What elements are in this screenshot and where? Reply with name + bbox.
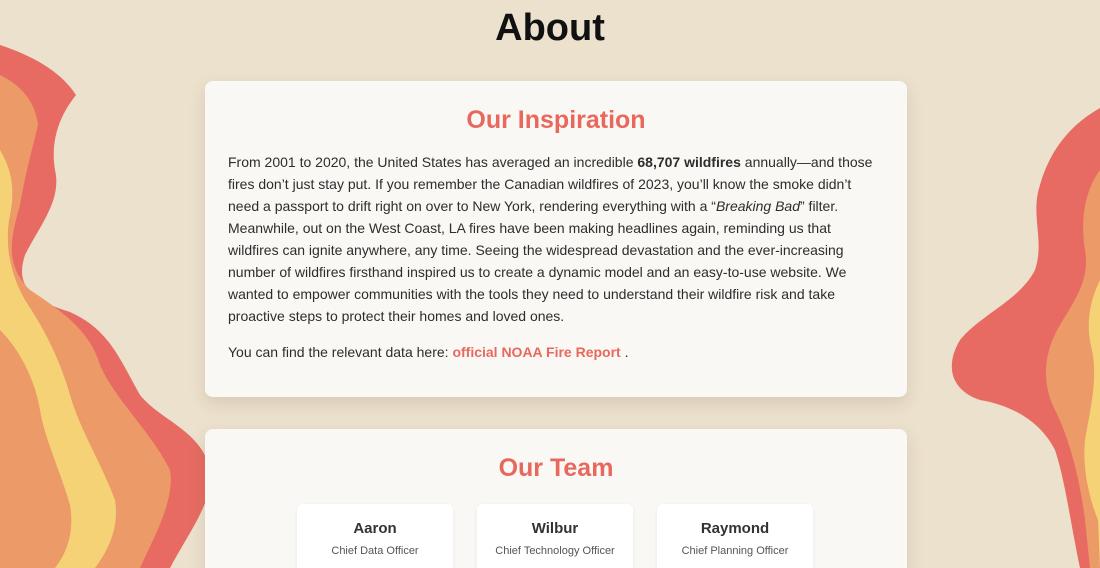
noaa-report-link[interactable]: official NOAA Fire Report <box>452 344 620 360</box>
source-suffix: . <box>620 344 629 360</box>
source-line: You can find the relevant data here: off… <box>228 341 884 363</box>
team-member-card: Aaron Chief Data Officer <box>297 504 453 568</box>
team-members-row: Aaron Chief Data Officer Wilbur Chief Te… <box>297 504 813 568</box>
flames-left-decoration <box>0 45 211 568</box>
member-name: Wilbur <box>531 520 579 537</box>
team-member-card: Wilbur Chief Technology Officer <box>477 504 633 568</box>
member-role: Chief Planning Officer <box>681 545 789 557</box>
wildfire-count-highlight: 68,707 wildfires <box>637 154 741 170</box>
inspiration-text-3: ” filter. Meanwhile, out on the West Coa… <box>228 198 847 324</box>
show-title: Breaking Bad <box>715 198 800 214</box>
about-page: About Our Inspiration From 2001 to 2020,… <box>0 0 1100 568</box>
source-prefix: You can find the relevant data here: <box>228 344 453 360</box>
team-card: Our Team Aaron Chief Data Officer Wilbur… <box>205 429 907 568</box>
team-member-card: Raymond Chief Planning Officer <box>657 504 813 568</box>
inspiration-heading: Our Inspiration <box>466 106 646 134</box>
member-role: Chief Technology Officer <box>495 545 615 557</box>
inspiration-card: Our Inspiration From 2001 to 2020, the U… <box>205 81 907 397</box>
flames-right-decoration <box>951 108 1100 568</box>
member-name: Raymond <box>700 520 770 537</box>
inspiration-text-1: From 2001 to 2020, the United States has… <box>228 154 638 170</box>
inspiration-paragraph: From 2001 to 2020, the United States has… <box>228 151 884 327</box>
page-title: About <box>495 7 605 49</box>
member-name: Aaron <box>353 520 397 537</box>
team-heading: Our Team <box>498 454 614 482</box>
member-role: Chief Data Officer <box>331 545 419 557</box>
